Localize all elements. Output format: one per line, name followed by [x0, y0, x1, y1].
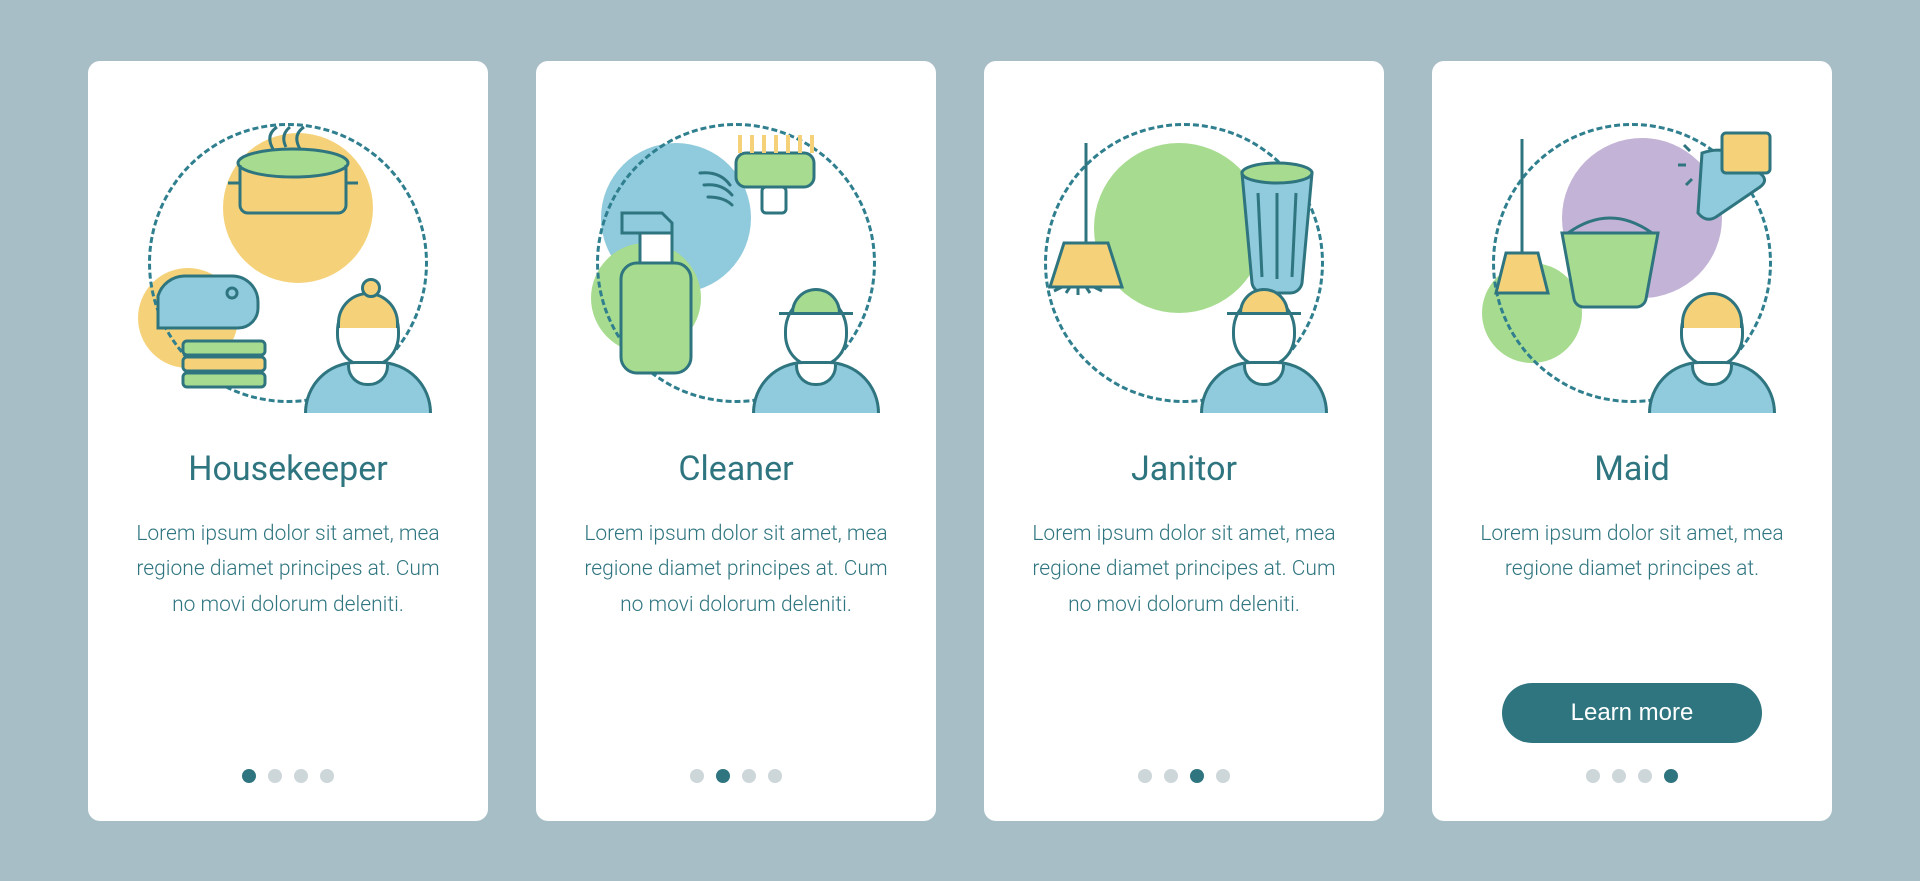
page-dot-3[interactable]: [1216, 769, 1230, 783]
page-dot-0[interactable]: [242, 769, 256, 783]
card-description: Lorem ipsum dolor sit amet, mea regione …: [1472, 517, 1792, 588]
learn-more-button[interactable]: Learn more: [1502, 683, 1762, 743]
card-title: Maid: [1594, 449, 1670, 489]
card-description: Lorem ipsum dolor sit amet, mea regione …: [128, 517, 448, 624]
page-dot-0[interactable]: [690, 769, 704, 783]
page-dot-2[interactable]: [1190, 769, 1204, 783]
maid-icon: [1472, 113, 1792, 413]
cleaner-icon: [576, 113, 896, 413]
onboarding-card-0: Housekeeper Lorem ipsum dolor sit amet, m…: [88, 61, 488, 821]
page-dot-3[interactable]: [1664, 769, 1678, 783]
onboarding-card-3: Maid Lorem ipsum dolor sit amet, mea regi…: [1432, 61, 1832, 821]
page-dot-2[interactable]: [742, 769, 756, 783]
page-indicator: [1586, 769, 1678, 783]
card-description: Lorem ipsum dolor sit amet, mea regione …: [576, 517, 896, 624]
page-indicator: [242, 769, 334, 783]
card-description: Lorem ipsum dolor sit amet, mea regione …: [1024, 517, 1344, 624]
onboarding-card-1: Cleaner Lorem ipsum dolor sit amet, mea r…: [536, 61, 936, 821]
page-dot-1[interactable]: [1164, 769, 1178, 783]
page-indicator: [1138, 769, 1230, 783]
page-dot-2[interactable]: [1638, 769, 1652, 783]
page-dot-3[interactable]: [768, 769, 782, 783]
card-title: Cleaner: [678, 449, 793, 489]
housekeeper-icon: [128, 113, 448, 413]
page-dot-0[interactable]: [1586, 769, 1600, 783]
page-dot-0[interactable]: [1138, 769, 1152, 783]
page-dot-1[interactable]: [268, 769, 282, 783]
page-indicator: [690, 769, 782, 783]
onboarding-card-2: Janitor Lorem ipsum dolor sit amet, mea r…: [984, 61, 1384, 821]
page-dot-1[interactable]: [1612, 769, 1626, 783]
card-title: Janitor: [1131, 449, 1237, 489]
page-dot-3[interactable]: [320, 769, 334, 783]
page-dot-1[interactable]: [716, 769, 730, 783]
page-dot-2[interactable]: [294, 769, 308, 783]
card-title: Housekeeper: [188, 449, 388, 489]
janitor-icon: [1024, 113, 1344, 413]
